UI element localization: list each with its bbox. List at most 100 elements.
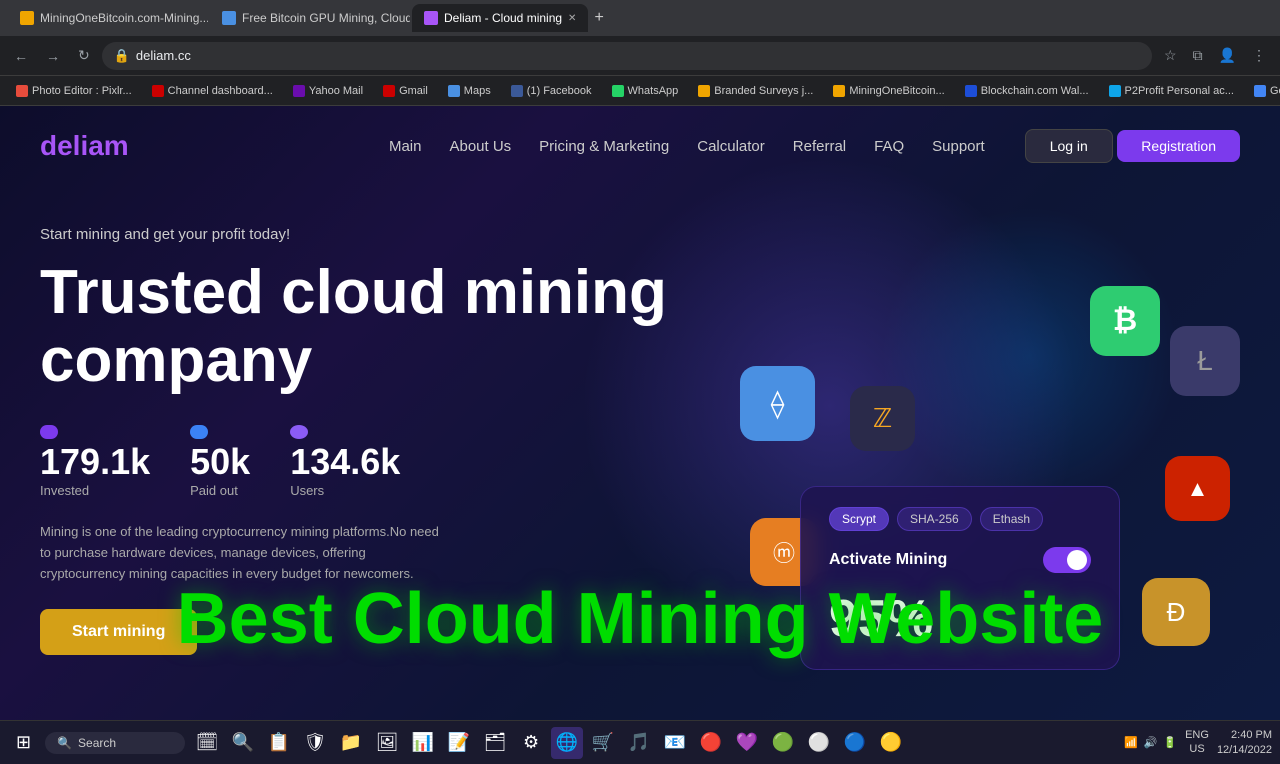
new-tab-button[interactable]: +: [590, 5, 607, 31]
stat-paidout-value: 50k: [190, 441, 250, 483]
taskbar-app-store[interactable]: 🛒: [587, 727, 619, 759]
bookmark-2[interactable]: Yahoo Mail: [285, 83, 371, 99]
back-button[interactable]: ←: [8, 44, 34, 68]
bookmark-2-label: Yahoo Mail: [309, 85, 363, 97]
language-indicator[interactable]: ENG US: [1185, 729, 1209, 755]
navigation: deliam Main About Us Pricing & Marketing…: [0, 106, 1280, 186]
bookmarks-bar: Photo Editor : Pixlr... Channel dashboar…: [0, 76, 1280, 106]
bookmark-3[interactable]: Gmail: [375, 83, 436, 99]
nav-pricing[interactable]: Pricing & Marketing: [539, 138, 669, 155]
taskbar-app-excel[interactable]: 📊: [407, 727, 439, 759]
bookmark-9-favicon: [965, 85, 977, 97]
taskbar-app-more2[interactable]: 📧: [659, 727, 691, 759]
stat-users: 134.6k Users: [290, 425, 400, 498]
time-display: 2:40 PM: [1217, 728, 1272, 742]
taskbar-app-more5[interactable]: 🟢: [767, 727, 799, 759]
bookmark-5-label: (1) Facebook: [527, 85, 592, 97]
language-region: US: [1185, 743, 1209, 756]
register-button[interactable]: Registration: [1117, 130, 1240, 162]
bookmark-5[interactable]: (1) Facebook: [503, 83, 600, 99]
taskbar-app-more8[interactable]: 🟡: [875, 727, 907, 759]
bookmark-2-favicon: [293, 85, 305, 97]
taskbar-app-more7[interactable]: 🔵: [839, 727, 871, 759]
bookmark-8-favicon: [833, 85, 845, 97]
bookmark-1-label: Channel dashboard...: [168, 85, 273, 97]
tab-1-favicon: [20, 11, 34, 25]
hero-description: Mining is one of the leading cryptocurre…: [40, 522, 440, 584]
profile-button[interactable]: 👤: [1213, 43, 1242, 68]
taskbar-app-calendar[interactable]: 🗓: [191, 727, 223, 759]
menu-button[interactable]: ⋮: [1246, 43, 1272, 68]
taskbar-app-folder[interactable]: 📁: [335, 727, 367, 759]
taskbar-app-more4[interactable]: 💜: [731, 727, 763, 759]
bookmark-8[interactable]: MiningOneBitcoin...: [825, 83, 952, 99]
bookmark-11-label: Google AdSense: [1270, 85, 1280, 97]
taskbar-search[interactable]: 🔍 Search: [45, 732, 185, 754]
nav-main[interactable]: Main: [389, 138, 422, 155]
bookmark-10[interactable]: P2Profit Personal ac...: [1101, 83, 1242, 99]
bookmark-button[interactable]: ☆: [1158, 43, 1183, 68]
taskbar-app-more6[interactable]: ⚪: [803, 727, 835, 759]
nav-calculator[interactable]: Calculator: [697, 138, 765, 155]
stat-users-icon: [290, 425, 308, 439]
forward-button[interactable]: →: [40, 44, 66, 68]
nav-referral[interactable]: Referral: [793, 138, 846, 155]
taskbar-apps: 🗓 🔍 📋 🛡 📁 🖼 📊 📝 🗂 ⚙ 🌐 🛒 🎵 📧 🔴 💜 🟢 ⚪ 🔵 🟡: [191, 727, 907, 759]
login-button[interactable]: Log in: [1025, 129, 1113, 163]
extensions-button[interactable]: ⧉: [1187, 43, 1209, 68]
nav-faq[interactable]: FAQ: [874, 138, 904, 155]
date-display: 12/14/2022: [1217, 743, 1272, 757]
taskbar-app-word[interactable]: 📝: [443, 727, 475, 759]
tab-1-label: MiningOneBitcoin.com-Mining...: [40, 11, 208, 25]
tab-2[interactable]: Free Bitcoin GPU Mining, Cloud... ✕: [210, 4, 410, 32]
hero-title: Trusted cloud mining company: [40, 259, 680, 395]
taskbar-app-task[interactable]: 📋: [263, 727, 295, 759]
stat-paidout-label: Paid out: [190, 483, 250, 498]
nav-about[interactable]: About Us: [449, 138, 511, 155]
bookmark-4[interactable]: Maps: [440, 83, 499, 99]
tab-1[interactable]: MiningOneBitcoin.com-Mining... ✕: [8, 4, 208, 32]
start-mining-button[interactable]: Start mining: [40, 609, 197, 655]
bookmark-9-label: Blockchain.com Wal...: [981, 85, 1089, 97]
address-bar[interactable]: 🔒 deliam.cc: [102, 42, 1152, 70]
nav-support[interactable]: Support: [932, 138, 985, 155]
hero-section: Start mining and get your profit today! …: [0, 186, 1280, 655]
bookmark-3-favicon: [383, 85, 395, 97]
taskbar-right: 📶 🔊 🔋 ENG US 2:40 PM 12/14/2022: [1124, 728, 1272, 757]
bookmark-6[interactable]: WhatsApp: [604, 83, 687, 99]
stat-invested-icon: [40, 425, 58, 439]
tab-2-label: Free Bitcoin GPU Mining, Cloud...: [242, 11, 410, 25]
taskbar-app-search[interactable]: 🔍: [227, 727, 259, 759]
bookmark-1[interactable]: Channel dashboard...: [144, 83, 281, 99]
stat-users-value: 134.6k: [290, 441, 400, 483]
language-code: ENG: [1185, 729, 1209, 742]
bookmark-3-label: Gmail: [399, 85, 428, 97]
taskbar-app-browser[interactable]: 🌐: [551, 727, 583, 759]
taskbar-app-files[interactable]: 🗂: [479, 727, 511, 759]
bookmark-9[interactable]: Blockchain.com Wal...: [957, 83, 1097, 99]
bookmark-7[interactable]: Branded Surveys j...: [690, 83, 821, 99]
taskbar-app-settings[interactable]: ⚙: [515, 727, 547, 759]
taskbar-app-photo[interactable]: 🖼: [371, 727, 403, 759]
search-icon: 🔍: [57, 736, 72, 750]
tab-3[interactable]: Deliam - Cloud mining ✕: [412, 4, 588, 32]
hero-subtitle: Start mining and get your profit today!: [40, 226, 1240, 243]
stat-invested: 179.1k Invested: [40, 425, 150, 498]
bookmark-0-label: Photo Editor : Pixlr...: [32, 85, 132, 97]
clock[interactable]: 2:40 PM 12/14/2022: [1217, 728, 1272, 757]
refresh-button[interactable]: ↻: [72, 43, 96, 68]
start-button[interactable]: ⊞: [8, 728, 39, 757]
stat-invested-value: 179.1k: [40, 441, 150, 483]
stats-row: 179.1k Invested 50k Paid out 134.6k User…: [40, 425, 1240, 498]
taskbar-app-more3[interactable]: 🔴: [695, 727, 727, 759]
taskbar-app-shield[interactable]: 🛡: [299, 727, 331, 759]
taskbar-app-more1[interactable]: 🎵: [623, 727, 655, 759]
bookmark-0[interactable]: Photo Editor : Pixlr...: [8, 83, 140, 99]
speaker-icon: 🔊: [1144, 736, 1158, 749]
site-logo[interactable]: deliam: [40, 130, 129, 162]
bookmark-11[interactable]: Google AdSense: [1246, 83, 1280, 99]
tab-3-close[interactable]: ✕: [568, 13, 576, 24]
tab-bar: MiningOneBitcoin.com-Mining... ✕ Free Bi…: [0, 0, 1280, 36]
bookmark-4-label: Maps: [464, 85, 491, 97]
toolbar-actions: ☆ ⧉ 👤 ⋮: [1158, 43, 1272, 68]
